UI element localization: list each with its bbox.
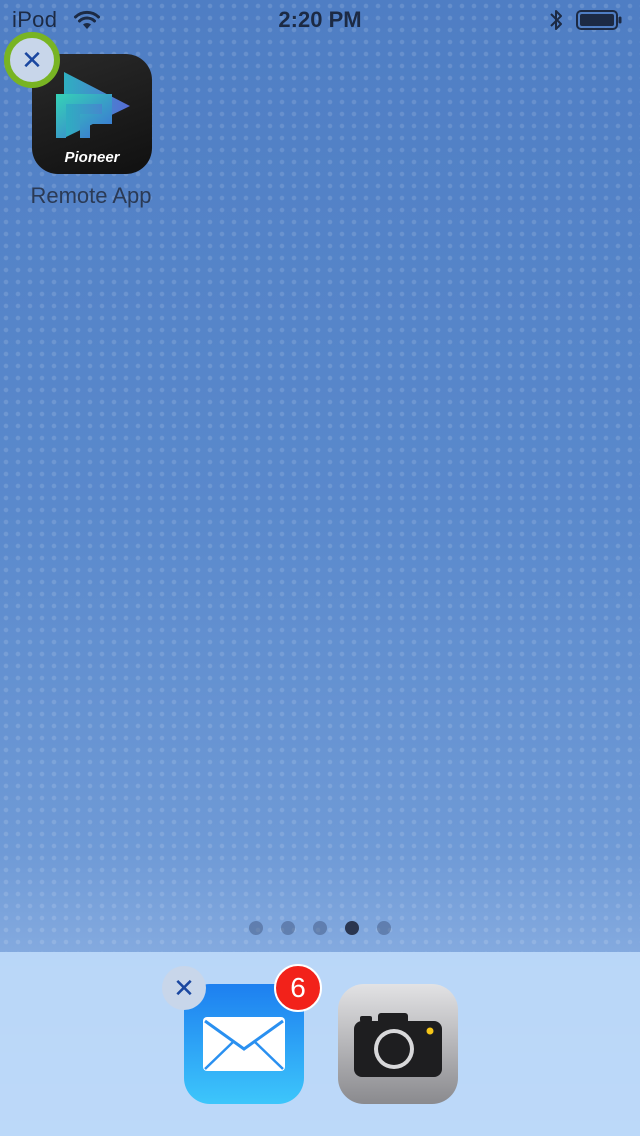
close-icon: ✕	[173, 972, 195, 1003]
status-bar: iPod 2:20 PM	[0, 0, 640, 40]
envelope-icon	[203, 1017, 285, 1071]
app-label: Remote App	[30, 183, 152, 208]
status-time: 2:20 PM	[278, 7, 362, 32]
dock: ✕ 6	[0, 952, 640, 1136]
mail-notification-badge: 6	[274, 964, 322, 1012]
page-dot-5[interactable]	[377, 921, 391, 935]
page-dot-1[interactable]	[249, 921, 263, 935]
page-indicator[interactable]	[0, 921, 640, 937]
page-dot-2[interactable]	[281, 921, 295, 935]
brand-text: Pioneer	[64, 149, 120, 166]
delete-app-button[interactable]: ✕	[4, 32, 60, 88]
camera-app-icon[interactable]	[338, 984, 458, 1104]
bluetooth-icon	[550, 10, 562, 30]
page-dot-3[interactable]	[313, 921, 327, 935]
close-icon: ✕	[21, 44, 43, 75]
battery-icon	[576, 10, 622, 30]
delete-mail-button[interactable]: ✕	[162, 966, 206, 1010]
page-dot-4-current[interactable]	[345, 921, 359, 935]
camera-icon	[354, 1013, 442, 1077]
